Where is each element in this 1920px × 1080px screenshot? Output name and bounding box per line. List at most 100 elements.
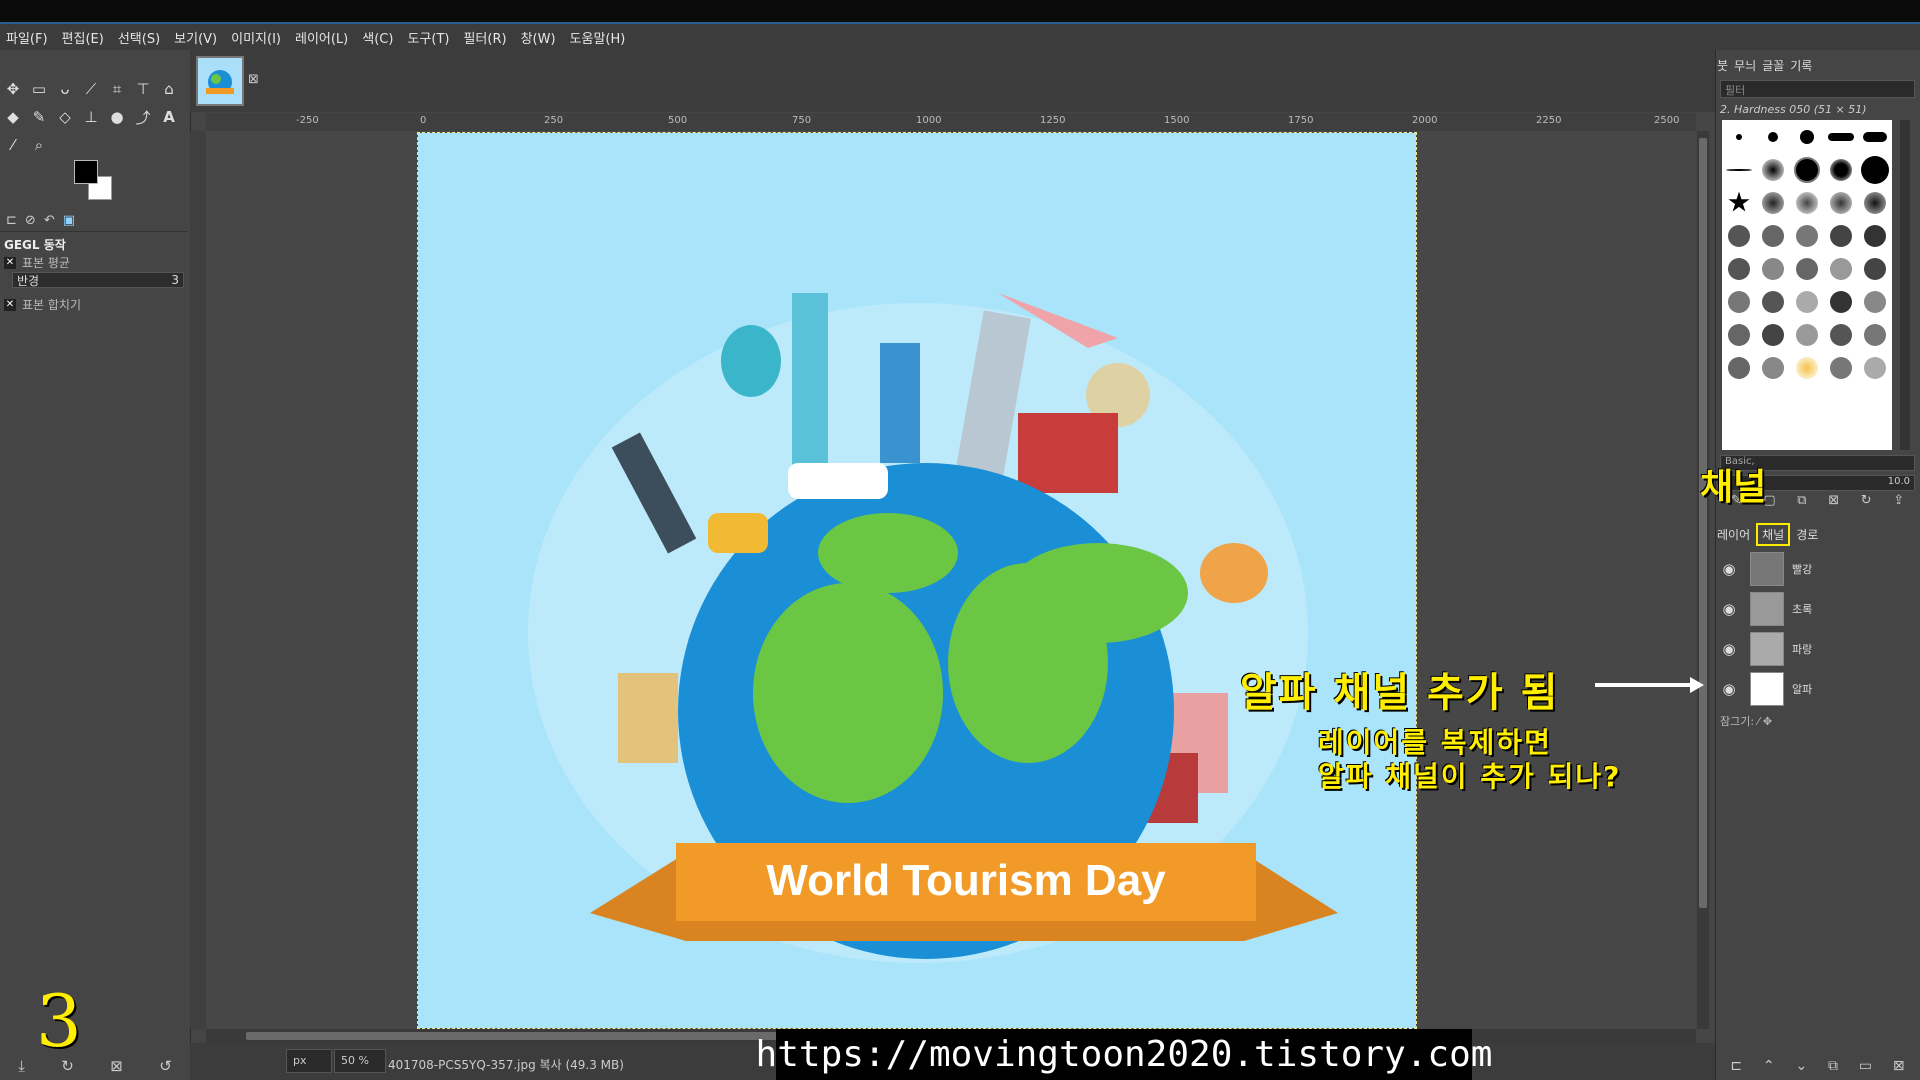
brush-item[interactable] <box>1864 191 1886 214</box>
transform-tool-icon[interactable]: ⊤ <box>132 78 154 100</box>
foreground-color[interactable] <box>74 160 98 184</box>
sample-merged-checkbox[interactable]: ✕ <box>4 298 16 311</box>
brush-item[interactable] <box>1728 191 1750 212</box>
brush-item[interactable] <box>1830 191 1852 214</box>
brush-filter-input[interactable]: 필터 <box>1720 80 1915 98</box>
reset-options-icon[interactable]: ↺ <box>159 1057 172 1075</box>
brush-item[interactable] <box>1796 224 1818 247</box>
device-status-tab-icon[interactable]: ⊘ <box>25 213 36 228</box>
color-picker-tool-icon[interactable]: ⁄ <box>2 134 24 156</box>
zoom-dropdown[interactable]: 50 % <box>334 1049 386 1073</box>
brush-item[interactable] <box>1864 356 1886 379</box>
brush-item[interactable] <box>1796 257 1818 280</box>
move-tool-icon[interactable]: ✥ <box>2 78 24 100</box>
undo-history-tab-icon[interactable]: ↶ <box>44 213 55 228</box>
new-channel-icon[interactable]: ⊏ <box>1730 1058 1742 1074</box>
menu-file[interactable]: 파일(F) <box>6 28 48 47</box>
delete-channel-icon[interactable]: ⊠ <box>1893 1058 1905 1074</box>
channel-row-green[interactable]: ◉ 초록 <box>1716 590 1916 628</box>
brush-item[interactable] <box>1726 168 1752 171</box>
visibility-eye-icon[interactable]: ◉ <box>1716 560 1742 578</box>
lock-position-icon[interactable]: ✥ <box>1763 715 1772 728</box>
brush-item[interactable] <box>1864 257 1886 280</box>
tab-channels[interactable]: 채널 <box>1756 522 1791 546</box>
text-tool-icon[interactable]: A <box>158 106 180 128</box>
brush-item[interactable] <box>1796 323 1818 346</box>
image-canvas[interactable]: World Tourism Day <box>417 132 1417 1029</box>
vertical-scrollbar-thumb[interactable] <box>1699 138 1707 908</box>
brush-item[interactable] <box>1794 156 1820 183</box>
brush-item[interactable] <box>1796 356 1818 379</box>
brush-scrollbar[interactable] <box>1900 120 1910 450</box>
tab-patterns[interactable]: 무늬 <box>1734 57 1756 74</box>
sample-merged-option[interactable]: ✕ 표본 합치기 <box>4 296 81 313</box>
channel-row-alpha[interactable]: ◉ 알파 <box>1716 670 1916 708</box>
brush-item[interactable] <box>1861 155 1889 184</box>
close-image-tab-icon[interactable]: ⊠ <box>248 72 259 87</box>
brush-item[interactable] <box>1864 224 1886 247</box>
raise-channel-icon[interactable]: ⌃ <box>1763 1058 1775 1074</box>
tab-brushes[interactable]: 붓 <box>1717 57 1728 74</box>
brush-item[interactable] <box>1728 257 1750 280</box>
eraser-tool-icon[interactable]: ◇ <box>54 106 76 128</box>
brush-item[interactable] <box>1830 323 1852 346</box>
zoom-tool-icon[interactable]: ⌕ <box>28 134 50 156</box>
brush-item[interactable] <box>1728 356 1750 379</box>
brush-item[interactable] <box>1864 323 1886 346</box>
tab-layers[interactable]: 레이어 <box>1717 526 1750 543</box>
save-options-icon[interactable]: ⤓ <box>18 1057 25 1075</box>
lasso-tool-icon[interactable]: ᴗ <box>54 78 76 100</box>
channel-row-blue[interactable]: ◉ 파랑 <box>1716 630 1916 668</box>
brush-item[interactable] <box>1762 290 1784 313</box>
tab-history[interactable]: 기록 <box>1790 57 1812 74</box>
brush-item[interactable] <box>1762 356 1784 379</box>
brush-item[interactable] <box>1864 290 1886 313</box>
duplicate-channel-icon[interactable]: ⧉ <box>1828 1058 1838 1074</box>
menu-tools[interactable]: 도구(T) <box>407 28 449 47</box>
delete-options-icon[interactable]: ⊠ <box>110 1057 123 1075</box>
brush-item[interactable] <box>1863 131 1887 142</box>
bucket-fill-tool-icon[interactable]: ◆ <box>2 106 24 128</box>
images-tab-icon[interactable]: ▣ <box>63 213 75 228</box>
visibility-eye-icon[interactable]: ◉ <box>1716 680 1742 698</box>
brush-item[interactable] <box>1800 129 1814 144</box>
menu-filters[interactable]: 필터(R) <box>463 28 506 47</box>
fuzzy-select-tool-icon[interactable]: ⟋ <box>80 78 102 100</box>
brush-item[interactable] <box>1762 224 1784 247</box>
refresh-brushes-icon[interactable]: ↻ <box>1861 493 1872 513</box>
brush-item[interactable] <box>1830 158 1852 181</box>
brush-item[interactable] <box>1830 290 1852 313</box>
brush-item[interactable] <box>1736 133 1742 140</box>
smudge-tool-icon[interactable]: ● <box>106 106 128 128</box>
brush-item[interactable] <box>1762 257 1784 280</box>
menu-help[interactable]: 도움말(H) <box>570 28 626 47</box>
visibility-eye-icon[interactable]: ◉ <box>1716 640 1742 658</box>
brush-item[interactable] <box>1762 158 1784 181</box>
tab-fonts[interactable]: 글꼴 <box>1762 57 1784 74</box>
clone-tool-icon[interactable]: ⊥ <box>80 106 102 128</box>
brush-grid[interactable] <box>1722 120 1892 450</box>
delete-brush-icon[interactable]: ⊠ <box>1828 493 1839 513</box>
menu-color[interactable]: 색(C) <box>362 28 393 47</box>
menu-windows[interactable]: 창(W) <box>521 28 556 47</box>
tool-options-tab-icon[interactable]: ⊏ <box>6 213 17 228</box>
tab-paths[interactable]: 경로 <box>1796 526 1818 543</box>
brush-item[interactable] <box>1768 131 1778 142</box>
brush-item[interactable] <box>1728 224 1750 247</box>
sample-average-checkbox[interactable]: ✕ <box>4 256 16 269</box>
radius-spinner[interactable]: 반경 3 <box>12 272 184 288</box>
open-brush-icon[interactable]: ⇪ <box>1893 493 1904 513</box>
unit-dropdown[interactable]: px <box>286 1049 332 1073</box>
duplicate-brush-icon[interactable]: ⧉ <box>1797 493 1806 513</box>
menu-select[interactable]: 선택(S) <box>118 28 160 47</box>
channel-to-selection-icon[interactable]: ▭ <box>1859 1058 1872 1074</box>
warp-tool-icon[interactable]: ⌂ <box>158 78 180 100</box>
restore-options-icon[interactable]: ↻ <box>61 1057 74 1075</box>
image-tab-thumbnail[interactable] <box>196 56 244 106</box>
brush-item[interactable] <box>1830 356 1852 379</box>
menu-view[interactable]: 보기(V) <box>174 28 217 47</box>
lower-channel-icon[interactable]: ⌄ <box>1795 1058 1807 1074</box>
crop-tool-icon[interactable]: ⌗ <box>106 78 128 100</box>
menu-edit[interactable]: 편집(E) <box>62 28 104 47</box>
brush-item[interactable] <box>1762 323 1784 346</box>
